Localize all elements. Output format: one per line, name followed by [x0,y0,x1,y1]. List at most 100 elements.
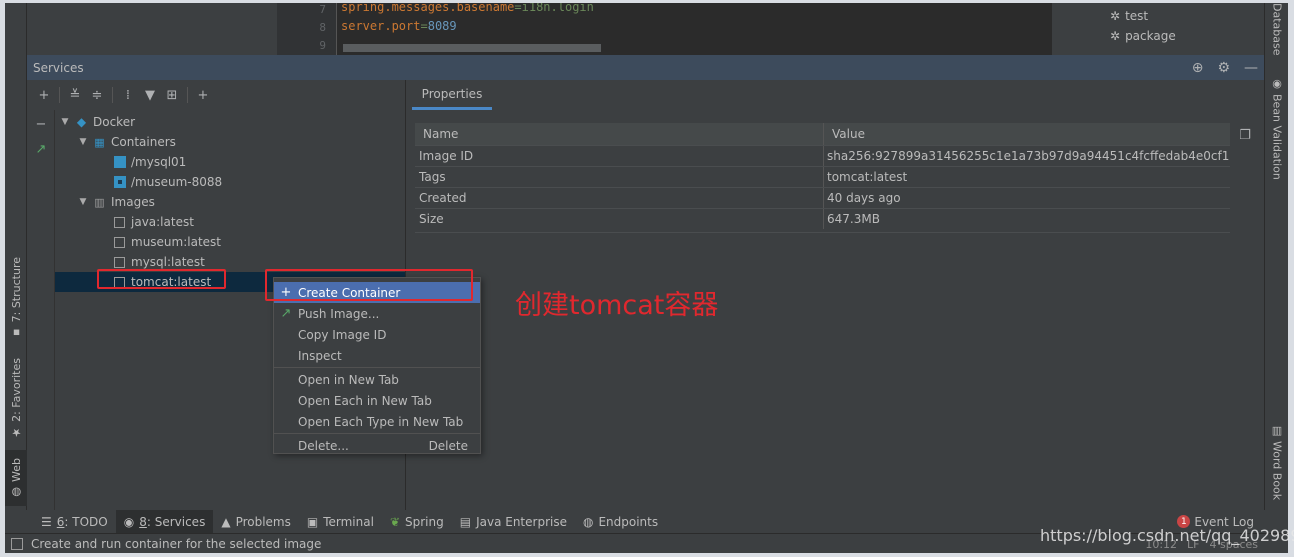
maven-goal-test[interactable]: ✲ test [1110,9,1148,23]
spring-leaf-icon: ❦ [389,514,400,529]
horizontal-scrollbar[interactable] [343,44,601,52]
new-tab-icon[interactable]: ⊞ [161,84,183,106]
tree-label: Docker [93,115,136,129]
copy-icon[interactable]: ❐ [1236,126,1254,144]
tool-tab-label: Database [1270,3,1284,56]
tab-label: Endpoints [598,514,659,529]
globe-icon: ◍ [582,514,594,529]
menu-item-label: Open in New Tab [298,372,399,387]
services-toolbar: + ≚ ≑ ⁞ ▼ ⊞ + [27,80,405,110]
tree-node-image[interactable]: java:latest [55,212,405,232]
gear-icon[interactable]: ⚙ [1217,61,1230,75]
tab-label: : Services [146,514,206,529]
column-header-name[interactable]: Name [415,123,824,145]
tree-node-docker[interactable]: ▼ ◆ Docker [55,112,405,132]
terminal-icon: ▣ [306,514,319,529]
tree-node-container[interactable]: /mysql01 [55,152,405,172]
warning-icon: ▲ [221,514,231,529]
menu-item-shortcut: Delete [428,438,468,453]
table-row[interactable]: Image ID sha256:927899a31456255c1e1a73b9… [415,145,1230,166]
add-icon[interactable]: + [33,84,55,106]
container-running-icon [113,176,126,189]
tool-tab-problems[interactable]: ▲ Problems [213,510,299,533]
tool-tab-java-enterprise[interactable]: ▤ Java Enterprise [452,510,575,533]
menu-item-copy-image-id[interactable]: Copy Image ID [274,324,480,345]
table-row[interactable]: Size 647.3MB [415,208,1230,229]
target-icon[interactable]: ⊕ [1192,61,1204,75]
tree-node-image[interactable]: museum:latest [55,232,405,252]
annotation-text: 创建tomcat容器 [515,290,719,321]
maven-goal-label: test [1125,9,1149,23]
tool-tab-label: Bean Validation [1270,93,1284,180]
property-value: 8089 [427,19,457,33]
table-row[interactable]: Tags tomcat:latest [415,166,1230,187]
tool-tab-database[interactable]: Database [1265,3,1288,55]
menu-item-open-each-type-in-new-tab[interactable]: Open Each Type in New Tab [274,411,480,432]
menu-item-label: Open Each in New Tab [298,393,432,408]
group-by-icon[interactable]: ⁞ [117,84,139,106]
editor-gutter: 7 8 9 [277,3,337,55]
tool-tab-label: Web [9,457,23,482]
services-title: Services [33,60,84,75]
tree-node-images[interactable]: ▼ ▥ Images [55,192,405,212]
table-empty-area [415,232,1230,510]
expand-arrow-icon[interactable]: ▼ [77,197,89,207]
menu-item-push-image[interactable]: ↗ Push Image... [274,303,480,324]
menu-item-label: Delete... [298,438,349,453]
tree-node-container[interactable]: /museum-8088 [55,172,405,192]
menu-item-inspect[interactable]: Inspect [274,345,480,366]
menu-item-open-in-new-tab[interactable]: Open in New Tab [274,369,480,390]
panel-toggle-icon[interactable] [11,537,23,550]
property-value: i18n.login [521,3,594,14]
tool-tab-label: 7: Structure [9,256,23,323]
container-stopped-icon [113,156,126,169]
maven-goal-package[interactable]: ✲ package [1110,29,1176,43]
tool-tab-structure[interactable]: ▪ 7: Structure [5,253,27,343]
tool-tab-endpoints[interactable]: ◍ Endpoints [575,510,666,533]
services-icon: ◉ [123,514,135,529]
tool-tab-spring[interactable]: ❦ Spring [382,510,452,533]
tab-properties[interactable]: Properties [412,80,492,110]
tab-label: Java Enterprise [476,514,567,529]
minimize-icon[interactable]: — [1244,61,1258,75]
tool-tab-word-book[interactable]: ▥ Word Book [1265,421,1288,503]
table-row[interactable]: Created 40 days ago [415,187,1230,208]
push-icon: ↗ [280,306,292,321]
menu-separator [274,433,480,434]
menu-item-delete[interactable]: Delete... Delete [274,435,480,456]
filter-icon[interactable]: ▼ [139,84,161,106]
book-icon: ▥ [1270,423,1284,437]
project-panel-area [27,3,277,55]
tree-label: museum:latest [131,235,221,249]
column-header-value[interactable]: Value [824,123,1230,145]
tool-tab-favorites[interactable]: ★ 2: Favorites [5,353,27,443]
tool-tab-services[interactable]: ◉ 8: Services [115,510,214,533]
cell-name: Size [415,209,824,229]
tool-tab-bean-validation[interactable]: ◉ Bean Validation [1265,73,1288,183]
maven-goal-label: package [1125,29,1176,43]
tool-tab-todo[interactable]: ☰ 6: TODO [33,510,116,533]
cell-value: 647.3MB [827,212,880,226]
expand-arrow-icon[interactable]: ▼ [59,117,71,127]
star-icon: ★ [9,425,23,439]
cell-value: tomcat:latest [827,170,908,184]
tool-tab-terminal[interactable]: ▣ Terminal [299,510,382,533]
tree-label: mysql:latest [131,255,205,269]
expand-arrow-icon[interactable]: ▼ [77,137,89,147]
collapse-all-icon[interactable]: ≑ [86,84,108,106]
tree-label: /museum-8088 [131,175,223,189]
context-menu: + Create Container ↗ Push Image... Copy … [273,277,481,454]
tree-node-containers[interactable]: ▼ ▦ Containers [55,132,405,152]
add-service-icon[interactable]: + [192,84,214,106]
services-side-actions: − ↗ [27,110,55,510]
tool-tab-web[interactable]: ◍ Web [5,450,27,506]
collapse-icon[interactable]: − [31,115,51,133]
menu-item-open-each-in-new-tab[interactable]: Open Each in New Tab [274,390,480,411]
expand-all-icon[interactable]: ≚ [64,84,86,106]
annotation-box-tomcat [97,269,226,289]
menu-item-label: Inspect [298,348,342,363]
push-icon[interactable]: ↗ [31,140,51,158]
properties-tabs: Properties [406,80,1264,110]
tab-label: Terminal [323,514,374,529]
code-line: server.port=8089 [341,19,457,33]
